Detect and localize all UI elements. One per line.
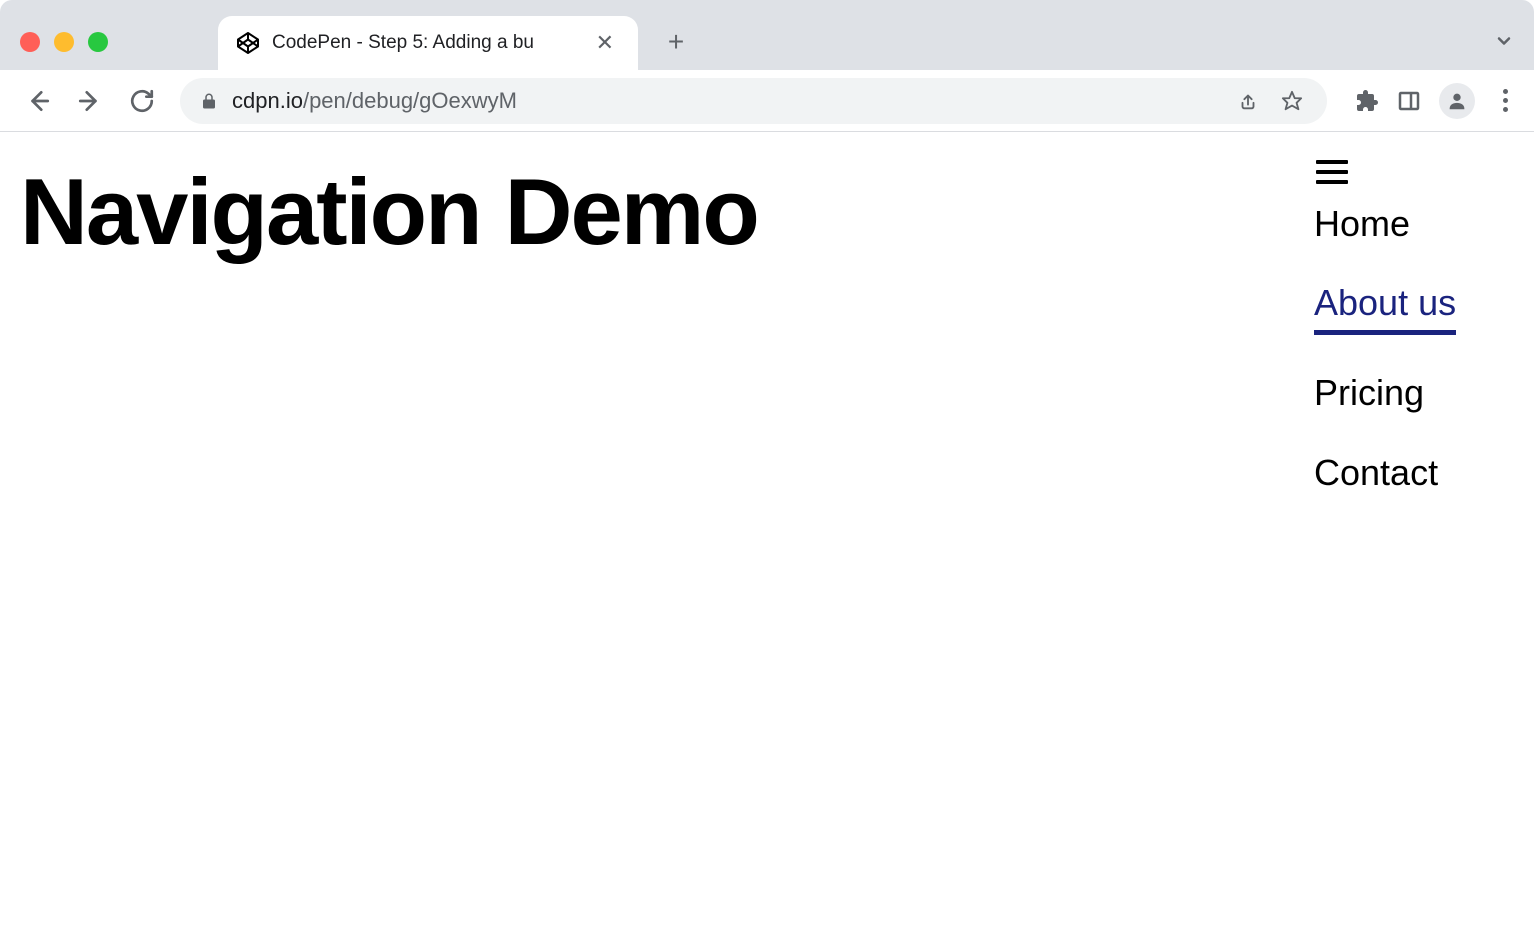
page-title: Navigation Demo [20,160,1314,263]
profile-button[interactable] [1439,83,1475,119]
nav-link-about-us[interactable]: About us [1314,281,1456,335]
side-panel-button[interactable] [1397,89,1421,113]
codepen-icon [236,31,260,55]
hamburger-menu-button[interactable] [1316,160,1348,184]
nav-link-pricing[interactable]: Pricing [1314,371,1424,414]
browser-chrome: CodePen - Step 5: Adding a bu ✕ + [0,0,1534,132]
page-main: Navigation Demo [20,160,1314,530]
new-tab-button[interactable]: + [656,22,696,62]
maximize-window-button[interactable] [88,32,108,52]
page-content: Navigation Demo Home About us Pricing Co… [0,132,1534,558]
browser-toolbar: cdpn.io/pen/debug/gOexwyM [0,70,1534,132]
browser-tab[interactable]: CodePen - Step 5: Adding a bu ✕ [218,16,638,70]
extensions-button[interactable] [1355,89,1379,113]
forward-button[interactable] [68,79,112,123]
back-button[interactable] [16,79,60,123]
tab-title: CodePen - Step 5: Adding a bu [272,32,578,54]
url-path: /pen/debug/gOexwyM [303,88,517,114]
toolbar-actions [1355,83,1518,119]
nav-link-home[interactable]: Home [1314,202,1410,245]
minimize-window-button[interactable] [54,32,74,52]
tab-overflow-button[interactable] [1494,31,1514,56]
address-bar[interactable]: cdpn.io/pen/debug/gOexwyM [180,78,1327,124]
nav-link-contact[interactable]: Contact [1314,451,1438,494]
url-domain: cdpn.io [232,88,303,114]
lock-icon [200,92,218,110]
page-navigation: Home About us Pricing Contact [1314,160,1514,530]
url-text: cdpn.io/pen/debug/gOexwyM [232,88,1219,114]
close-tab-button[interactable]: ✕ [590,28,620,58]
window-controls [20,32,108,52]
tab-strip: CodePen - Step 5: Adding a bu ✕ + [0,0,1534,70]
share-button[interactable] [1233,86,1263,116]
close-window-button[interactable] [20,32,40,52]
browser-menu-button[interactable] [1493,83,1518,118]
reload-button[interactable] [120,79,164,123]
bookmark-button[interactable] [1277,86,1307,116]
